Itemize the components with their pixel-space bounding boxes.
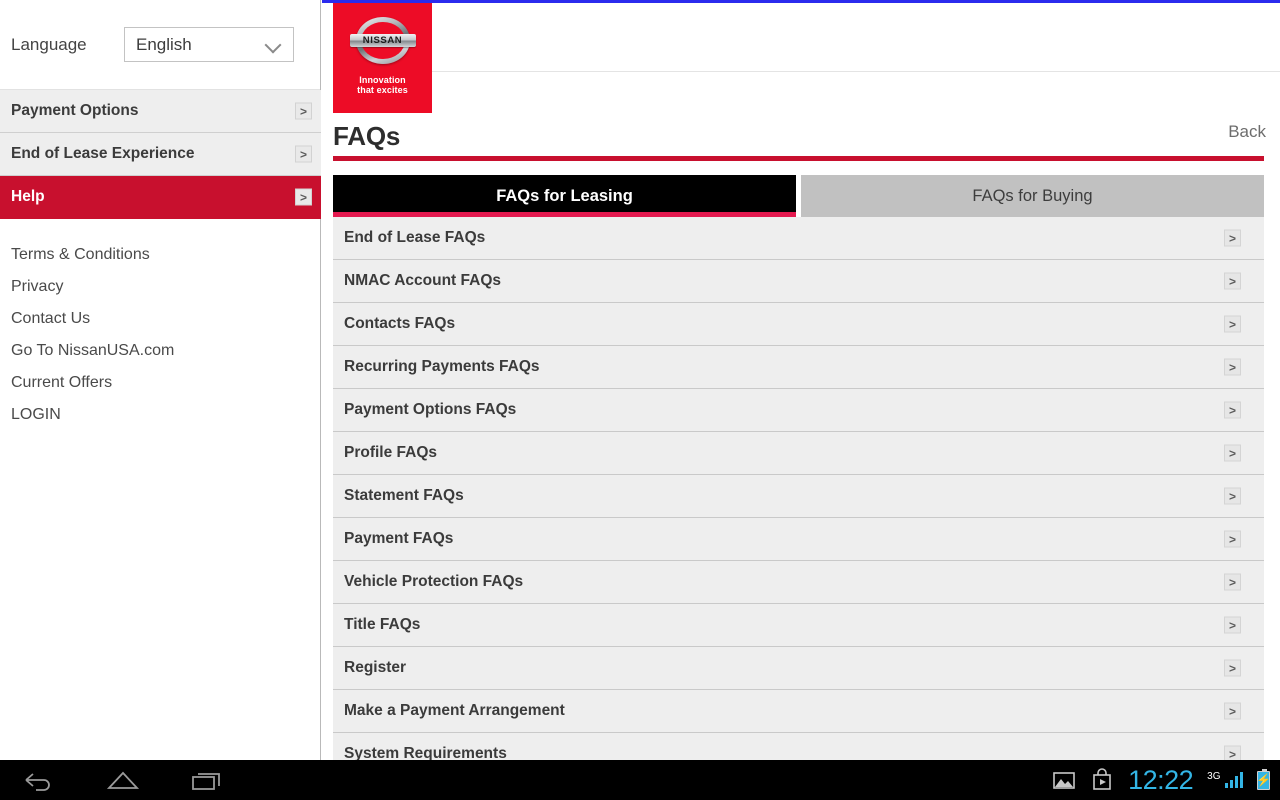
chevron-right-icon: > (1224, 702, 1241, 720)
sidebar-accordion: Payment Options > End of Lease Experienc… (0, 90, 321, 219)
sidebar-link-contact-us[interactable]: Contact Us (0, 303, 320, 335)
sidebar-item-label: Payment Options (11, 102, 139, 119)
faq-tabs: FAQs for Leasing FAQs for Buying (333, 175, 1264, 217)
sidebar-link-current-offers[interactable]: Current Offers (0, 367, 320, 399)
back-icon[interactable] (22, 767, 56, 793)
chevron-right-icon: > (295, 188, 312, 206)
sidebar-links: Terms & Conditions Privacy Contact Us Go… (0, 219, 320, 431)
sidebar-item-help[interactable]: Help > (0, 176, 321, 219)
chevron-right-icon: > (295, 145, 312, 163)
faq-item-payment[interactable]: Payment FAQs > (333, 518, 1264, 561)
chevron-right-icon: > (1224, 272, 1241, 290)
chevron-right-icon: > (1224, 401, 1241, 419)
chevron-down-icon (266, 38, 281, 53)
language-row: Language English (0, 0, 320, 90)
main-content: NISSAN Innovation that excites FAQs Back… (322, 3, 1280, 760)
faq-item-label: Statement FAQs (344, 487, 464, 504)
tab-faqs-for-buying[interactable]: FAQs for Buying (801, 175, 1264, 217)
faq-item-title[interactable]: Title FAQs > (333, 604, 1264, 647)
faq-item-label: Vehicle Protection FAQs (344, 573, 524, 590)
faq-item-profile[interactable]: Profile FAQs > (333, 432, 1264, 475)
brand-tagline: Innovation that excites (333, 75, 432, 95)
sidebar-item-payment-options[interactable]: Payment Options > (0, 90, 321, 133)
faq-item-recurring-payments[interactable]: Recurring Payments FAQs > (333, 346, 1264, 389)
faq-item-nmac-account[interactable]: NMAC Account FAQs > (333, 260, 1264, 303)
language-selected-value: English (136, 34, 192, 54)
tab-faqs-for-leasing[interactable]: FAQs for Leasing (333, 175, 796, 217)
battery-charging-icon: ⚡ (1256, 768, 1271, 790)
faq-list: End of Lease FAQs > NMAC Account FAQs > … (333, 217, 1264, 760)
faq-item-label: Title FAQs (344, 616, 421, 633)
android-nav-keys (0, 767, 224, 793)
faq-item-end-of-lease[interactable]: End of Lease FAQs > (333, 217, 1264, 260)
faq-item-vehicle-protection[interactable]: Vehicle Protection FAQs > (333, 561, 1264, 604)
chevron-right-icon: > (1224, 616, 1241, 634)
sidebar-link-go-to-nissanusa[interactable]: Go To NissanUSA.com (0, 335, 320, 367)
chevron-right-icon: > (1224, 229, 1241, 247)
faq-item-system-requirements[interactable]: System Requirements > (333, 733, 1264, 760)
nissan-wordmark: NISSAN (362, 35, 403, 46)
header-divider (432, 71, 1280, 72)
chevron-right-icon: > (1224, 530, 1241, 548)
faq-item-label: Register (344, 659, 407, 676)
faq-item-label: Profile FAQs (344, 444, 438, 461)
chevron-right-icon: > (1224, 745, 1241, 760)
faq-item-label: Payment FAQs (344, 530, 454, 547)
brand-tagline-line1: Innovation (359, 75, 406, 85)
faq-item-make-a-payment-arrangement[interactable]: Make a Payment Arrangement > (333, 690, 1264, 733)
chevron-right-icon: > (1224, 487, 1241, 505)
faq-item-contacts[interactable]: Contacts FAQs > (333, 303, 1264, 346)
battery-bolt-icon: ⚡ (1256, 773, 1271, 787)
faq-item-label: Payment Options FAQs (344, 401, 517, 418)
status-clock: 12:22 (1128, 764, 1194, 795)
nissan-logo[interactable]: NISSAN Innovation that excites (333, 3, 432, 113)
title-accent-rule (333, 156, 1264, 161)
play-store-icon[interactable] (1090, 768, 1114, 792)
faq-item-label: Contacts FAQs (344, 315, 456, 332)
chevron-right-icon: > (1224, 659, 1241, 677)
tab-label: FAQs for Buying (972, 186, 1093, 205)
faq-item-label: End of Lease FAQs (344, 229, 486, 246)
sidebar-link-privacy[interactable]: Privacy (0, 271, 320, 303)
sidebar-item-label: End of Lease Experience (11, 145, 195, 162)
language-select[interactable]: English (124, 27, 294, 62)
chevron-right-icon: > (1224, 315, 1241, 333)
chevron-right-icon: > (1224, 358, 1241, 376)
network-type-label: 3G (1207, 770, 1221, 782)
faq-item-register[interactable]: Register > (333, 647, 1264, 690)
screenshot-icon[interactable] (1052, 768, 1076, 792)
app-screen: Language English Payment Options > End o… (0, 0, 1280, 800)
chevron-right-icon: > (295, 102, 312, 120)
sidebar-item-label: Help (11, 188, 45, 205)
brand-tagline-line2: that excites (357, 85, 408, 95)
sidebar-item-end-of-lease-experience[interactable]: End of Lease Experience > (0, 133, 321, 176)
faq-item-label: Recurring Payments FAQs (344, 358, 540, 375)
faq-item-label: NMAC Account FAQs (344, 272, 502, 289)
sidebar-link-terms-conditions[interactable]: Terms & Conditions (0, 239, 320, 271)
signal-strength-icon (1224, 772, 1243, 788)
faq-item-statement[interactable]: Statement FAQs > (333, 475, 1264, 518)
sidebar-link-login[interactable]: LOGIN (0, 399, 320, 431)
chevron-right-icon: > (1224, 444, 1241, 462)
sidebar: Language English Payment Options > End o… (0, 0, 321, 760)
nissan-emblem-icon: NISSAN (349, 17, 416, 65)
home-icon[interactable] (106, 767, 140, 793)
android-system-bar: 12:22 3G ⚡ (0, 760, 1280, 800)
faq-item-label: Make a Payment Arrangement (344, 702, 565, 719)
chevron-right-icon: > (1224, 573, 1241, 591)
tab-label: FAQs for Leasing (496, 186, 633, 205)
status-icons: 12:22 3G ⚡ (1052, 764, 1271, 795)
page-load-progress-bar (322, 0, 1280, 3)
back-link[interactable]: Back (1228, 122, 1266, 142)
faq-item-payment-options[interactable]: Payment Options FAQs > (333, 389, 1264, 432)
language-label: Language (11, 34, 87, 54)
recents-icon[interactable] (190, 767, 224, 793)
faq-item-label: System Requirements (344, 745, 507, 760)
page-title: FAQs (333, 121, 401, 151)
